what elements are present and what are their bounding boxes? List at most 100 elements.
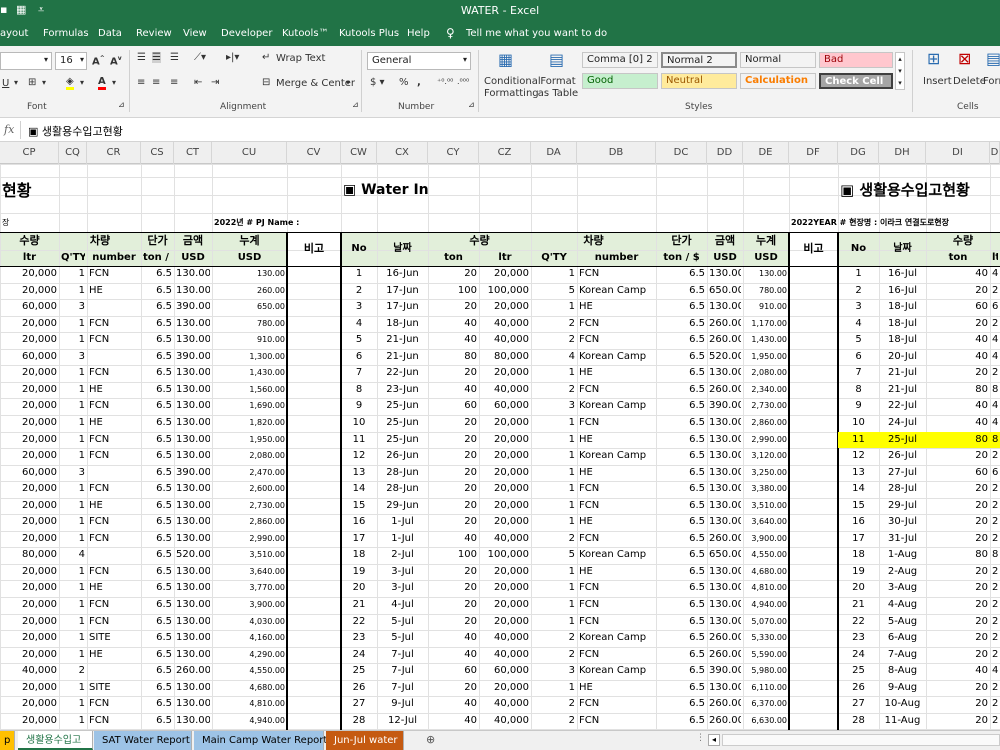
conditional-formatting-button[interactable]: Conditional Formatting: [484, 76, 541, 100]
merge-center-button[interactable]: Merge & Center: [276, 78, 355, 89]
align-right-icon[interactable]: ≡: [170, 77, 178, 88]
style-comma-0-2[interactable]: Comma [0] 2: [582, 52, 658, 68]
tab-formulas[interactable]: Formulas: [43, 28, 89, 39]
column-header[interactable]: DD: [707, 142, 743, 164]
align-center-icon[interactable]: ≡: [152, 77, 160, 88]
style-bad[interactable]: Bad: [819, 52, 893, 68]
align-top-icon[interactable]: ☰: [137, 52, 146, 63]
font-color-icon[interactable]: A: [98, 76, 106, 90]
column-header[interactable]: DB: [577, 142, 656, 164]
column-header[interactable]: CT: [174, 142, 212, 164]
increase-indent-icon[interactable]: ⇥: [211, 77, 219, 88]
tab-kutools-plus[interactable]: Kutools Plus: [339, 28, 399, 39]
delete-cells-icon[interactable]: ⊠: [958, 49, 971, 68]
column-header[interactable]: CZ: [479, 142, 531, 164]
format-button[interactable]: Forn: [983, 76, 1000, 87]
column-header[interactable]: CQ: [59, 142, 87, 164]
style-calculation[interactable]: Calculation: [740, 73, 816, 89]
decrease-decimal-icon[interactable]: .⁰⁰⁰: [457, 77, 469, 86]
sheet-subtitle-left: 장: [2, 218, 10, 227]
merge-center-icon[interactable]: ⊟: [262, 77, 270, 88]
text-direction-icon[interactable]: ▸|▾: [226, 52, 239, 63]
scroll-left-icon[interactable]: ◂: [708, 734, 720, 746]
column-header[interactable]: CU: [212, 142, 287, 164]
font-size-box[interactable]: 16 ▾: [55, 52, 87, 70]
column-header[interactable]: DE: [743, 142, 789, 164]
horizontal-scrollbar[interactable]: [722, 734, 1000, 746]
percent-icon[interactable]: %: [399, 77, 409, 88]
sheet-tab-sat-water[interactable]: SAT Water Report: [94, 731, 192, 750]
align-bottom-icon[interactable]: ☰: [170, 52, 179, 63]
orientation-icon[interactable]: ⟋▾: [194, 52, 206, 63]
insert-button[interactable]: Insert: [923, 76, 952, 87]
tab-page-layout[interactable]: ayout: [0, 28, 28, 39]
column-header[interactable]: CV: [287, 142, 341, 164]
sheet-tab-jun-jul-water[interactable]: Jun-Jul water: [326, 731, 404, 750]
column-header[interactable]: DH: [879, 142, 926, 164]
column-header[interactable]: CX: [377, 142, 428, 164]
column-header[interactable]: CY: [428, 142, 479, 164]
align-middle-icon[interactable]: ☰: [152, 52, 161, 63]
increase-decimal-icon[interactable]: ⁺⁰.⁰⁰: [437, 77, 453, 86]
formula-input[interactable]: ▣ 생활용수입고현황: [28, 123, 123, 139]
dialog-launcher-icon[interactable]: ⊿: [468, 100, 475, 109]
style-check-cell[interactable]: Check Cell: [819, 73, 893, 89]
column-header[interactable]: CW: [341, 142, 377, 164]
dialog-launcher-icon[interactable]: ⊿: [352, 100, 359, 109]
column-header[interactable]: CS: [141, 142, 174, 164]
sheet-tab-active[interactable]: 생활용수입고: [18, 731, 93, 750]
sheet-scroll-handle[interactable]: ⋮: [696, 733, 705, 743]
dialog-launcher-icon[interactable]: ⊿: [118, 100, 125, 109]
function-icon[interactable]: fx: [4, 123, 14, 136]
font-name-box[interactable]: ▾: [0, 52, 52, 70]
format-as-table-icon[interactable]: ▤: [549, 50, 564, 69]
sheet-tab-partial[interactable]: p: [0, 731, 16, 750]
delete-button[interactable]: Delete: [953, 76, 986, 87]
cell-qty: 3: [78, 350, 85, 362]
sheet-tab-main-camp-water[interactable]: Main Camp Water Report: [194, 731, 327, 750]
chevron-down-icon[interactable]: ▾: [346, 78, 350, 87]
column-header[interactable]: DF: [789, 142, 838, 164]
column-header[interactable]: DC: [656, 142, 707, 164]
worksheet-grid[interactable]: 현황 ▣ Water In ▣ 생활용수입고현황 장 2022년 # PJ Name :…: [0, 164, 1000, 730]
fill-color-icon[interactable]: ◈: [66, 76, 74, 90]
styles-gallery-scroll[interactable]: ▴ ▾ ▾: [895, 52, 905, 90]
align-left-icon[interactable]: ≡: [137, 77, 145, 88]
insert-cells-icon[interactable]: ⊞: [927, 49, 940, 68]
chevron-down-icon[interactable]: ▾: [14, 78, 18, 87]
chevron-down-icon[interactable]: ▾: [42, 78, 46, 87]
comma-style-icon[interactable]: ,: [417, 77, 421, 88]
column-header[interactable]: D: [990, 142, 1000, 164]
tab-developer[interactable]: Developer: [221, 28, 272, 39]
style-normal-2[interactable]: Normal 2: [661, 52, 737, 68]
column-header[interactable]: CR: [87, 142, 141, 164]
column-header[interactable]: DI: [926, 142, 990, 164]
format-cells-icon[interactable]: ▤: [986, 49, 1000, 68]
decrease-indent-icon[interactable]: ⇤: [194, 77, 202, 88]
number-format-box[interactable]: General ▾: [367, 52, 471, 70]
style-normal[interactable]: Normal: [740, 52, 816, 68]
borders-icon[interactable]: ⊞: [28, 77, 36, 88]
tab-data[interactable]: Data: [98, 28, 122, 39]
tell-me-search[interactable]: Tell me what you want to do: [466, 28, 607, 39]
tab-view[interactable]: View: [183, 28, 207, 39]
column-header[interactable]: DG: [838, 142, 879, 164]
chevron-down-icon[interactable]: ▾: [80, 78, 84, 87]
tab-help[interactable]: Help: [407, 28, 430, 39]
wrap-text-button[interactable]: Wrap Text: [276, 53, 325, 64]
currency-icon[interactable]: $ ▾: [370, 77, 385, 88]
add-sheet-icon[interactable]: ⊕: [426, 733, 435, 746]
tab-kutools[interactable]: Kutools™: [282, 28, 329, 39]
increase-font-icon[interactable]: A^: [92, 55, 105, 67]
tab-review[interactable]: Review: [136, 28, 172, 39]
conditional-formatting-icon[interactable]: ▦: [498, 50, 513, 69]
style-neutral[interactable]: Neutral: [661, 73, 737, 89]
column-header[interactable]: CP: [0, 142, 59, 164]
style-good[interactable]: Good: [582, 73, 658, 89]
decrease-font-icon[interactable]: Av: [110, 55, 122, 67]
wrap-text-icon[interactable]: ↵: [262, 52, 270, 63]
format-as-table-button[interactable]: Format as Table: [536, 76, 580, 100]
chevron-down-icon[interactable]: ▾: [112, 78, 116, 87]
underline-icon[interactable]: U: [2, 78, 9, 89]
column-header[interactable]: DA: [531, 142, 577, 164]
